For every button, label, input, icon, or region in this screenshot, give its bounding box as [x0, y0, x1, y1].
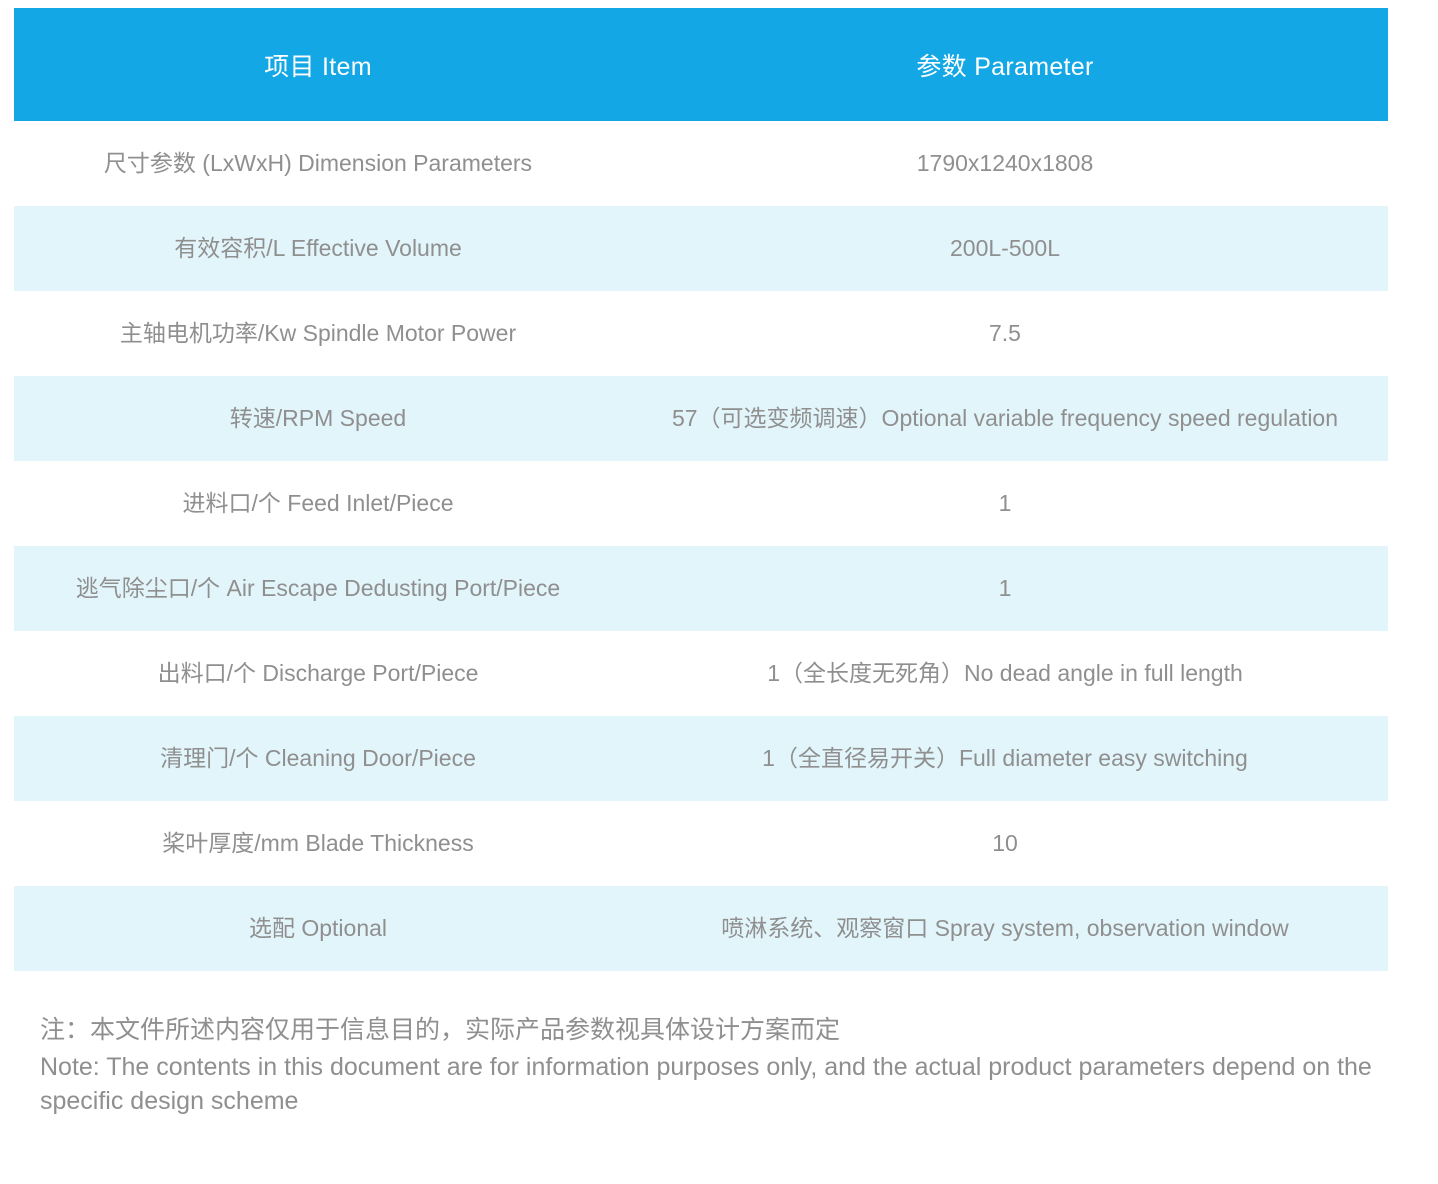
- cell-item: 清理门/个 Cleaning Door/Piece: [14, 716, 622, 801]
- table-row: 主轴电机功率/Kw Spindle Motor Power 7.5: [14, 291, 1388, 376]
- cell-item: 逃气除尘口/个 Air Escape Dedusting Port/Piece: [14, 546, 622, 631]
- cell-item: 进料口/个 Feed Inlet/Piece: [14, 461, 622, 546]
- table-row: 选配 Optional 喷淋系统、观察窗口 Spray system, obse…: [14, 886, 1388, 971]
- cell-parameter: 1790x1240x1808: [622, 121, 1388, 206]
- spec-sheet-page: 项目 Item 参数 Parameter 尺寸参数 (LxWxH) Dimens…: [0, 0, 1438, 1184]
- table-header: 项目 Item 参数 Parameter: [14, 8, 1388, 121]
- cell-item: 出料口/个 Discharge Port/Piece: [14, 631, 622, 716]
- cell-item: 有效容积/L Effective Volume: [14, 206, 622, 291]
- cell-item: 尺寸参数 (LxWxH) Dimension Parameters: [14, 121, 622, 206]
- footnote-english: Note: The contents in this document are …: [40, 1052, 1379, 1116]
- table-row: 出料口/个 Discharge Port/Piece 1（全长度无死角）No d…: [14, 631, 1388, 716]
- table-row: 有效容积/L Effective Volume 200L-500L: [14, 206, 1388, 291]
- column-header-item: 项目 Item: [14, 8, 622, 121]
- cell-parameter: 喷淋系统、观察窗口 Spray system, observation wind…: [622, 886, 1388, 971]
- cell-parameter: 1: [622, 461, 1388, 546]
- table-body: 尺寸参数 (LxWxH) Dimension Parameters 1790x1…: [14, 121, 1388, 971]
- column-header-parameter: 参数 Parameter: [622, 8, 1388, 121]
- footnote-chinese: 注：本文件所述内容仅用于信息目的，实际产品参数视具体设计方案而定: [40, 1016, 841, 1044]
- specification-table: 项目 Item 参数 Parameter 尺寸参数 (LxWxH) Dimens…: [14, 8, 1388, 971]
- cell-parameter: 57（可选变频调速）Optional variable frequency sp…: [622, 376, 1388, 461]
- table-row: 进料口/个 Feed Inlet/Piece 1: [14, 461, 1388, 546]
- cell-parameter: 1（全长度无死角）No dead angle in full length: [622, 631, 1388, 716]
- table-header-row: 项目 Item 参数 Parameter: [14, 8, 1388, 121]
- cell-parameter: 1: [622, 546, 1388, 631]
- footnote: 注：本文件所述内容仅用于信息目的，实际产品参数视具体设计方案而定 Note: T…: [40, 1013, 1400, 1119]
- table-row: 清理门/个 Cleaning Door/Piece 1（全直径易开关）Full …: [14, 716, 1388, 801]
- table-row: 转速/RPM Speed 57（可选变频调速）Optional variable…: [14, 376, 1388, 461]
- cell-item: 转速/RPM Speed: [14, 376, 622, 461]
- cell-parameter: 200L-500L: [622, 206, 1388, 291]
- cell-item: 选配 Optional: [14, 886, 622, 971]
- cell-item: 桨叶厚度/mm Blade Thickness: [14, 801, 622, 886]
- cell-parameter: 1（全直径易开关）Full diameter easy switching: [622, 716, 1388, 801]
- table-row: 尺寸参数 (LxWxH) Dimension Parameters 1790x1…: [14, 121, 1388, 206]
- table-row: 逃气除尘口/个 Air Escape Dedusting Port/Piece …: [14, 546, 1388, 631]
- cell-parameter: 10: [622, 801, 1388, 886]
- cell-item: 主轴电机功率/Kw Spindle Motor Power: [14, 291, 622, 376]
- table-row: 桨叶厚度/mm Blade Thickness 10: [14, 801, 1388, 886]
- cell-parameter: 7.5: [622, 291, 1388, 376]
